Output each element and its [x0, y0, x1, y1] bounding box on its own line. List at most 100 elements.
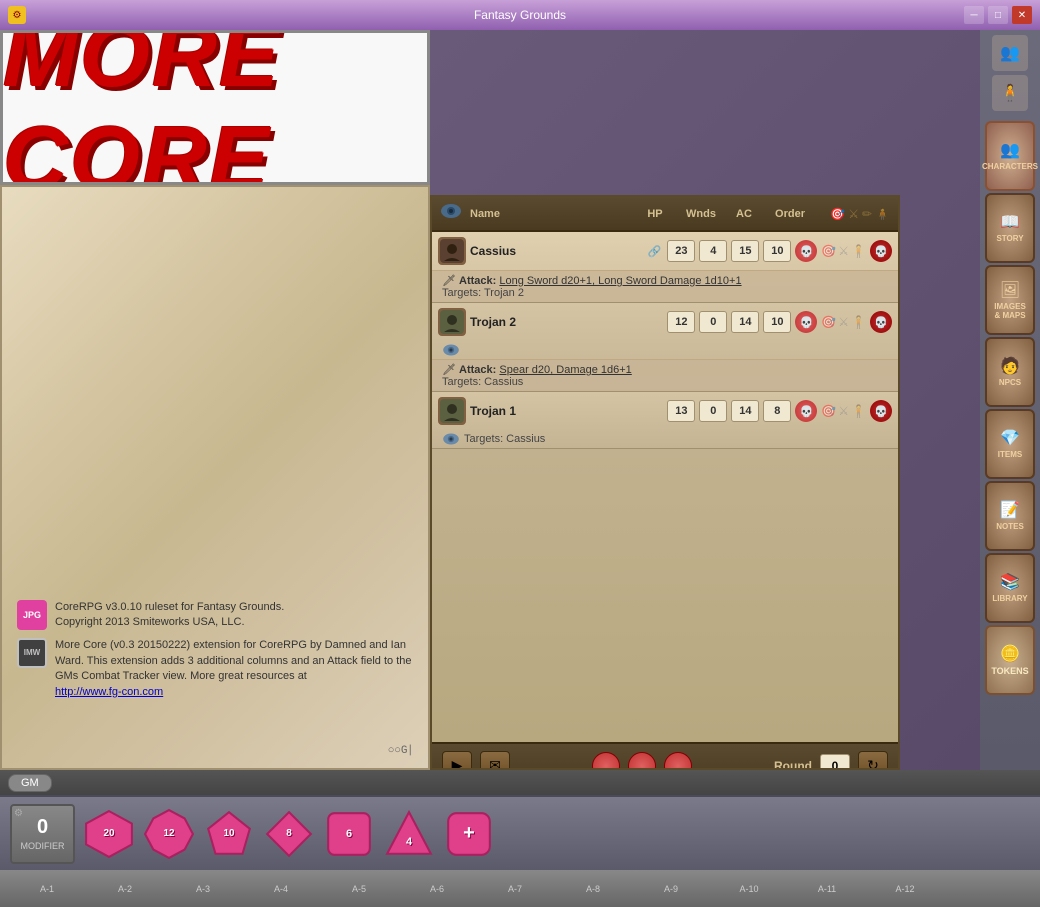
images-label: Images & Maps [994, 303, 1026, 321]
trojan2-ac[interactable]: 14 [731, 311, 759, 333]
cassius-targets: Targets: Trojan 2 [442, 287, 888, 299]
row-main-trojan1: Trojan 1 13 0 14 8 💀 🎯 ⚔ 🧍 💀 [432, 392, 898, 430]
cassius-person: 🧍 [851, 244, 866, 258]
cassius-name: Cassius [470, 244, 644, 258]
play-button[interactable]: ▶ [442, 751, 472, 771]
die-d12[interactable]: 12 [143, 808, 195, 860]
bottom-bar: A-1 A-2 A-3 A-4 A-5 A-6 A-7 A-8 A-9 A-10… [0, 870, 1040, 907]
close-button[interactable]: ✕ [1012, 6, 1032, 24]
notes-label: Notes [996, 523, 1024, 532]
label-a12: A-12 [866, 884, 944, 894]
label-a10: A-10 [710, 884, 788, 894]
sidebar-people-icon[interactable]: 👥 [992, 35, 1028, 71]
trojan2-actions: 🎯 ⚔ 🧍 [821, 315, 866, 329]
sidebar-item-items[interactable]: 💎 Items [985, 409, 1035, 479]
cassius-target: 🎯 [821, 244, 836, 258]
col-name: Name [470, 208, 630, 220]
right-sidebar: 👥 🧍 👥 Characters 📖 Story 🖼 Images & Maps… [980, 30, 1040, 770]
jpg-info-text: CoreRPG v3.0.10 ruleset for Fantasy Grou… [55, 600, 284, 631]
combat-header: Name HP Wnds AC Order 🎯 ⚔ ✏ 🧍 [432, 197, 898, 232]
trojan1-eye-row: Targets: Cassius [432, 430, 898, 448]
modifier-settings-icon[interactable]: ⚙ [14, 808, 23, 819]
col-hp: HP [636, 208, 674, 220]
envelope-button[interactable]: ✉ [480, 751, 510, 771]
gm-button[interactable]: GM [8, 774, 52, 792]
cassius-actions: 🎯 ⚔ 🧍 [821, 244, 866, 258]
trojan1-wnds[interactable]: 0 [699, 400, 727, 422]
cassius-ac[interactable]: 15 [731, 240, 759, 262]
trojan2-targets: Targets: Cassius [442, 376, 888, 388]
characters-icon: 👥 [1000, 140, 1020, 160]
label-a7: A-7 [476, 884, 554, 894]
sidebar-item-characters[interactable]: 👥 Characters [985, 121, 1035, 191]
sidebar-item-library[interactable]: 📚 Library [985, 553, 1035, 623]
story-label: Story [996, 235, 1023, 244]
tokens-label: ToKENS [991, 667, 1028, 677]
trojan2-name: Trojan 2 [470, 315, 643, 329]
trojan1-ac[interactable]: 14 [731, 400, 759, 422]
story-icon: 📖 [1000, 212, 1020, 232]
refresh-button[interactable]: ↻ [858, 751, 888, 771]
die-d6[interactable]: 6 [323, 808, 375, 860]
library-label: Library [992, 595, 1027, 604]
face-icon-2 [628, 752, 656, 771]
trojan2-skull: 💀 [795, 311, 817, 333]
lock-icon: 🔗 [648, 245, 662, 258]
gm-bar: GM [0, 770, 1040, 795]
die-plus[interactable]: + [443, 808, 495, 860]
trojan2-order[interactable]: 10 [763, 311, 791, 333]
sidebar-person-icon[interactable]: 🧍 [992, 75, 1028, 111]
label-a1: A-1 [8, 884, 86, 894]
combat-footer: ▶ ✉ Round 0 ↻ [432, 742, 898, 770]
images-icon: 🖼 [1000, 280, 1020, 300]
window-title: Fantasy Grounds [474, 8, 566, 22]
label-a5: A-5 [320, 884, 398, 894]
eye-header-icon [440, 202, 464, 225]
modifier-box: ⚙ 0 Modifier [10, 804, 75, 864]
round-value[interactable]: 0 [820, 754, 850, 771]
table-row: Trojan 1 13 0 14 8 💀 🎯 ⚔ 🧍 💀 [432, 392, 898, 449]
notes-icon: 📝 [1000, 500, 1020, 520]
cassius-wnds[interactable]: 4 [699, 240, 727, 262]
trojan2-icon [438, 308, 466, 336]
die-d10[interactable]: 10 [203, 808, 255, 860]
target-icon: 🎯 [830, 207, 845, 221]
trojan2-wnds[interactable]: 0 [699, 311, 727, 333]
label-a3: A-3 [164, 884, 242, 894]
maximize-button[interactable]: □ [988, 6, 1008, 24]
trojan1-targets: Targets: Cassius [464, 433, 545, 445]
parchment-area: JPG CoreRPG v3.0.10 ruleset for Fantasy … [0, 185, 430, 770]
col-ac: AC [728, 208, 760, 220]
die-d4[interactable]: 4 [383, 808, 435, 860]
edit-icon: ✏ [862, 207, 872, 221]
label-a8: A-8 [554, 884, 632, 894]
info-item-jpg: JPG CoreRPG v3.0.10 ruleset for Fantasy … [17, 600, 413, 631]
sidebar-item-tokens[interactable]: 🪙 ToKENS [985, 625, 1035, 695]
sidebar-item-notes[interactable]: 📝 Notes [985, 481, 1035, 551]
die-d8[interactable]: 8 [263, 808, 315, 860]
cassius-icon [438, 237, 466, 265]
imw-info-text: More Core (v0.3 20150222) extension for … [55, 638, 413, 700]
left-panel: More Core JPG CoreRPG v3.0.10 ruleset fo… [0, 30, 430, 770]
col-order: Order [766, 208, 814, 220]
die-d20[interactable]: 20 [83, 808, 135, 860]
sidebar-item-story[interactable]: 📖 Story [985, 193, 1035, 263]
banner-text: More Core [3, 30, 427, 185]
titlebar: ⚙ Fantasy Grounds ─ □ ✕ [0, 0, 1040, 30]
trojan1-hp[interactable]: 13 [667, 400, 695, 422]
table-row: Cassius 🔗 23 4 15 10 💀 🎯 ⚔ 🧍 💀 [432, 232, 898, 303]
face-icon-1 [592, 752, 620, 771]
trojan2-hp[interactable]: 12 [667, 311, 695, 333]
trojan1-actions: 🎯 ⚔ 🧍 [821, 404, 866, 418]
cassius-status: 💀 [870, 240, 892, 262]
sidebar-item-npcs[interactable]: 🧑 NPCs [985, 337, 1035, 407]
trojan1-order[interactable]: 8 [763, 400, 791, 422]
fg-con-link[interactable]: http://www.fg-con.com [55, 686, 163, 698]
sidebar-item-images[interactable]: 🖼 Images & Maps [985, 265, 1035, 335]
modifier-value[interactable]: 0 [37, 816, 48, 839]
minimize-button[interactable]: ─ [964, 6, 984, 24]
table-row: Trojan 2 12 0 14 10 💀 🎯 ⚔ 🧍 💀 [432, 303, 898, 392]
cassius-detail: 🗡 Attack: Long Sword d20+1, Long Sword D… [432, 270, 898, 302]
cassius-order[interactable]: 10 [763, 240, 791, 262]
cassius-hp[interactable]: 23 [667, 240, 695, 262]
